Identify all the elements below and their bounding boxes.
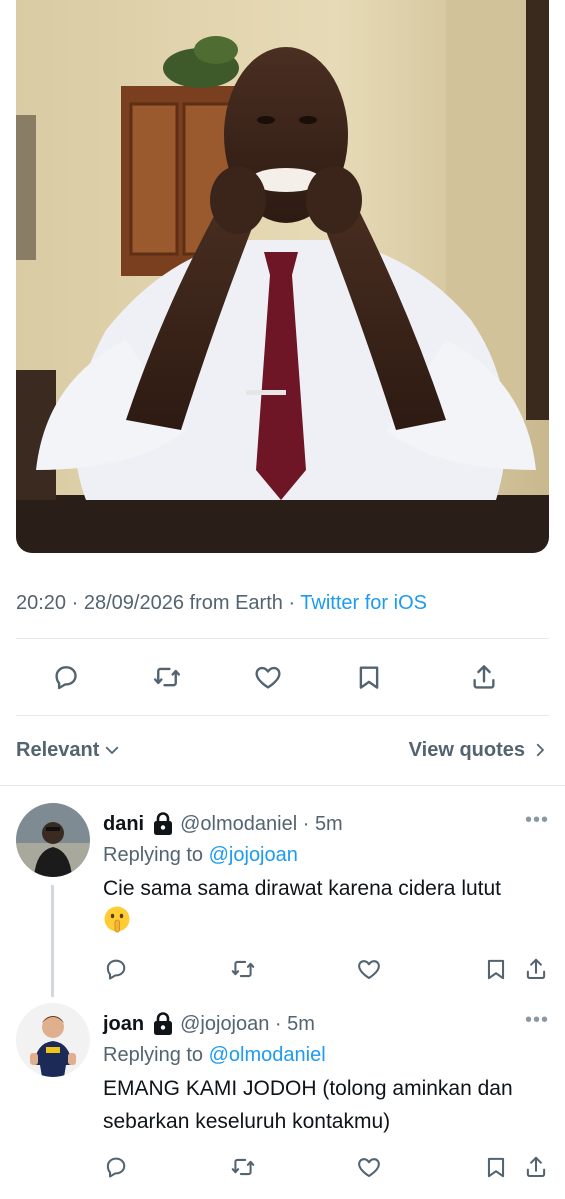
chevron-right-icon [536, 743, 544, 757]
avatar[interactable] [16, 803, 90, 877]
reply-icon [106, 959, 126, 980]
lock-icon [152, 1012, 174, 1036]
divider [16, 638, 549, 639]
like-icon [255, 666, 281, 689]
tweet-date[interactable]: 28/09/2026 [84, 592, 184, 614]
bookmark-button[interactable] [483, 1154, 511, 1182]
reply-button[interactable] [44, 655, 88, 699]
avatar-image [16, 803, 90, 877]
share-icon [526, 1156, 546, 1178]
reply-action-bar [103, 1154, 565, 1182]
replying-to: Replying to @jojojoan [103, 844, 298, 866]
sort-label: Relevant [16, 739, 100, 761]
reply-content: dani @olmodaniel · 5m ••• Replying to @j… [103, 810, 549, 938]
reply-action-bar [103, 956, 565, 984]
like-icon [358, 1158, 380, 1178]
reply-header: joan @jojojoan · 5m [103, 1010, 549, 1038]
retweet-icon [153, 667, 181, 687]
divider [16, 715, 549, 716]
share-icon [473, 665, 495, 689]
avatar-image [16, 1003, 90, 1077]
reply-icon [106, 1157, 126, 1178]
more-options-icon[interactable]: ••• [525, 810, 549, 830]
photo-illustration [16, 0, 549, 553]
retweet-button[interactable] [230, 1154, 258, 1182]
reply-button[interactable] [103, 956, 131, 984]
replying-to-mention[interactable]: @olmodaniel [209, 1044, 326, 1066]
lock-icon [152, 812, 174, 836]
tweet-time[interactable]: 20:20 [16, 592, 66, 614]
reply-text: Cie sama sama dirawat karena cidera lutu… [103, 872, 549, 938]
tweet-source-link[interactable]: Twitter for iOS [300, 592, 427, 614]
like-icon [358, 960, 380, 980]
view-quotes-label: View quotes [408, 739, 525, 761]
reply-author-name[interactable]: dani [103, 810, 144, 838]
reply-time[interactable]: 5m [315, 810, 343, 838]
reply-author-name[interactable]: joan [103, 1010, 144, 1038]
bookmark-icon [487, 1157, 505, 1178]
bookmark-button[interactable] [483, 956, 511, 984]
like-button[interactable] [246, 655, 290, 699]
replying-to: Replying to @olmodaniel [103, 1044, 326, 1066]
reply-header: dani @olmodaniel · 5m [103, 810, 549, 838]
reply-text: EMANG KAMI JODOH (tolong aminkan dan seb… [103, 1077, 513, 1133]
avatar[interactable] [16, 1003, 90, 1077]
retweet-icon [231, 960, 255, 978]
tweet-photo[interactable] [16, 0, 549, 553]
share-icon [526, 958, 546, 980]
like-button[interactable] [356, 1154, 384, 1182]
tweet-meta: 20:20 · 28/09/2026 from Earth · Twitter … [16, 592, 427, 614]
reply-icon [55, 666, 77, 690]
reply-item[interactable]: joan @jojojoan · 5m ••• Replying to @olm… [0, 1003, 565, 1199]
thread-line [51, 885, 54, 997]
more-options-icon[interactable]: ••• [525, 1010, 549, 1030]
retweet-button[interactable] [230, 956, 258, 984]
chevron-down-icon [106, 746, 119, 754]
sort-dropdown[interactable]: Relevant [16, 734, 121, 766]
bookmark-icon [359, 666, 379, 689]
like-button[interactable] [356, 956, 384, 984]
bookmark-button[interactable] [347, 655, 391, 699]
replying-to-mention[interactable]: @jojojoan [209, 844, 298, 866]
bookmark-icon [487, 959, 505, 980]
reply-author-handle[interactable]: @jojojoan [180, 1010, 269, 1038]
replies-sort-bar: Relevant View quotes [16, 734, 549, 766]
reply-content: joan @jojojoan · 5m ••• Replying to @olm… [103, 1010, 549, 1138]
share-button[interactable] [462, 655, 506, 699]
retweet-icon [231, 1158, 255, 1176]
tweet-action-bar [0, 655, 565, 699]
reply-time[interactable]: 5m [287, 1010, 315, 1038]
tweet-location: from Earth [189, 592, 283, 614]
view-quotes-link[interactable]: View quotes [409, 734, 549, 766]
divider [0, 785, 565, 786]
retweet-button[interactable] [145, 655, 189, 699]
shushing-face-emoji-icon [104, 906, 130, 933]
reply-button[interactable] [103, 1154, 131, 1182]
share-button[interactable] [523, 956, 551, 984]
reply-author-handle[interactable]: @olmodaniel [180, 810, 297, 838]
share-button[interactable] [523, 1154, 551, 1182]
reply-item[interactable]: dani @olmodaniel · 5m ••• Replying to @j… [0, 803, 565, 997]
